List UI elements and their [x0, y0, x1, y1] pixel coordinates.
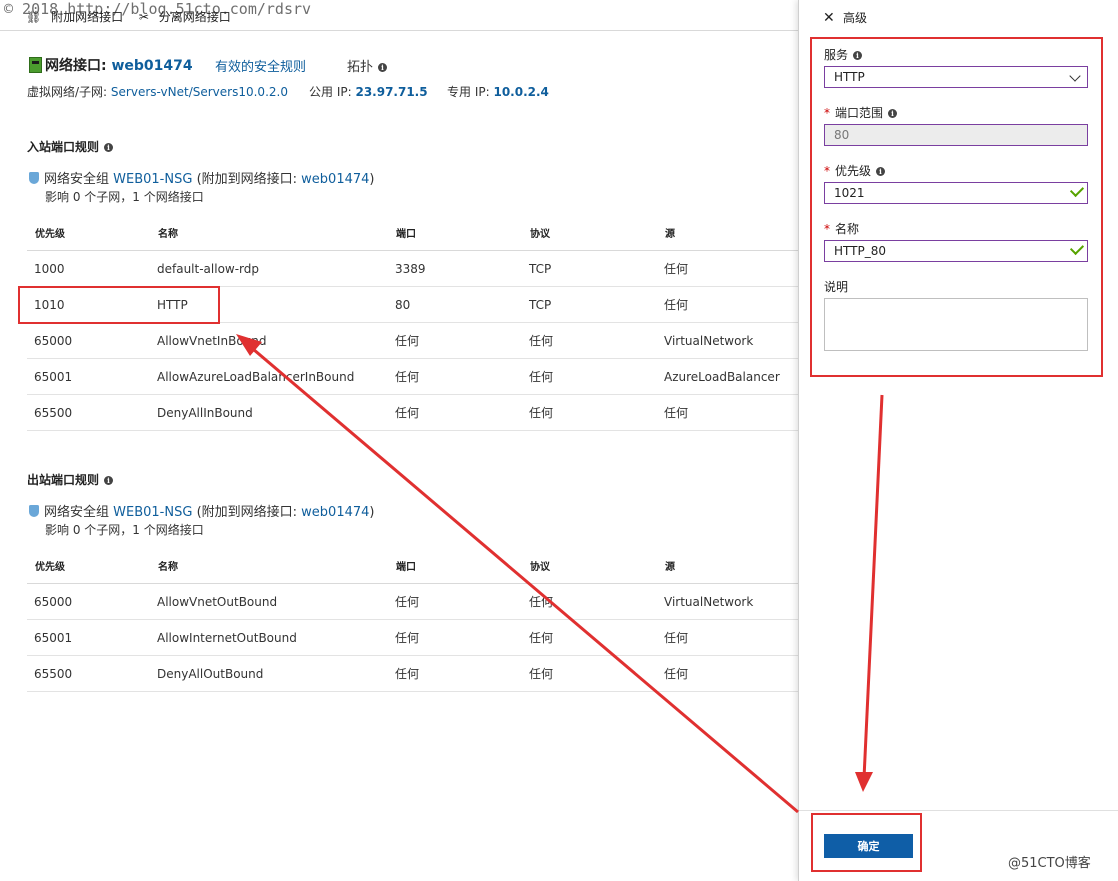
public-ip-link[interactable]: 23.97.71.5	[355, 85, 427, 99]
table-row[interactable]: 65500 DenyAllInBound 任何 任何 任何	[27, 394, 798, 431]
info-icon: i	[104, 476, 114, 485]
inbound-rules-title: 入站端口规则 i	[27, 138, 114, 155]
attach-nic-button[interactable]: ⛓ 附加网络接口	[26, 10, 129, 24]
vnet-info: 虚拟网络/子网: Servers-vNet/Servers10.0.2.0	[27, 85, 288, 99]
col-name: 名称	[150, 214, 388, 251]
col-source: 源	[657, 214, 798, 251]
toolbar-divider	[0, 30, 798, 31]
detach-nic-button[interactable]: ✂ 分离网络接口	[139, 10, 237, 24]
form-highlight	[810, 37, 1103, 377]
outbound-affect-text: 影响 0 个子网，1 个网络接口	[45, 523, 204, 537]
outbound-nsg-line: 网络安全组 WEB01-NSG (附加到网络接口: web01474)	[29, 501, 375, 520]
nsg-link[interactable]: WEB01-NSG	[113, 172, 192, 187]
col-protocol: 协议	[522, 214, 657, 251]
col-port: 端口	[388, 547, 522, 584]
inbound-affect-text: 影响 0 个子网，1 个网络接口	[45, 190, 204, 204]
brand-watermark: @51CTO博客	[1008, 856, 1091, 871]
http-row-highlight	[18, 286, 220, 324]
col-name: 名称	[150, 547, 388, 584]
table-row[interactable]: 65000 AllowVnetOutBound 任何 任何 VirtualNetwork	[27, 583, 798, 620]
col-priority: 优先级	[27, 547, 150, 584]
col-port: 端口	[388, 214, 522, 251]
table-row[interactable]: 65001 AllowInternetOutBound 任何 任何 任何	[27, 619, 798, 656]
outbound-rules-title: 出站端口规则 i	[27, 471, 114, 488]
table-row[interactable]: 65001 AllowAzureLoadBalancerInBound 任何 任何 Az…	[27, 358, 798, 395]
vnet-link[interactable]: Servers-vNet/Servers10.0.2.0	[111, 85, 288, 99]
nic-name-link[interactable]: web01474	[111, 58, 192, 74]
shield-icon	[29, 172, 39, 184]
nic-link[interactable]: web01474	[301, 172, 369, 187]
info-icon: i	[104, 143, 114, 152]
table-row[interactable]: 1000 default-allow-rdp 3389 TCP 任何	[27, 250, 798, 287]
private-ip-info: 专用 IP: 10.0.2.4	[447, 85, 549, 99]
toolbar: ⛓ 附加网络接口 ✂ 分离网络接口	[26, 8, 243, 25]
col-source: 源	[657, 547, 798, 584]
col-protocol: 协议	[522, 547, 657, 584]
topology-link[interactable]: 拓扑 i	[347, 56, 388, 75]
shield-icon	[29, 505, 39, 517]
outbound-rules-table: 优先级 名称 端口 协议 源 65000 AllowVnetOutBound 任何任…	[27, 547, 798, 692]
attach-icon: ⛓	[26, 10, 42, 24]
wrench-icon: ✕	[823, 10, 835, 26]
private-ip-value: 10.0.2.4	[493, 85, 549, 99]
network-interface-icon	[29, 57, 42, 73]
effective-rules-link[interactable]: 有效的安全规则	[215, 56, 306, 75]
info-icon: i	[378, 63, 388, 72]
footer-divider	[799, 810, 1118, 811]
advanced-button[interactable]: ✕ 高级	[823, 9, 867, 26]
nic-link[interactable]: web01474	[301, 505, 369, 520]
detach-icon: ✂	[138, 10, 149, 24]
col-priority: 优先级	[27, 214, 150, 251]
nsg-link[interactable]: WEB01-NSG	[113, 505, 192, 520]
table-row[interactable]: 65000 AllowVnetInBound 任何 任何 VirtualNetwork	[27, 322, 798, 359]
nic-title: 网络接口: web01474	[45, 58, 193, 74]
ok-button-highlight	[811, 813, 922, 872]
public-ip-info: 公用 IP: 23.97.71.5	[309, 85, 428, 99]
inbound-nsg-line: 网络安全组 WEB01-NSG (附加到网络接口: web01474)	[29, 168, 375, 187]
table-row[interactable]: 65500 DenyAllOutBound 任何 任何 任何	[27, 655, 798, 692]
